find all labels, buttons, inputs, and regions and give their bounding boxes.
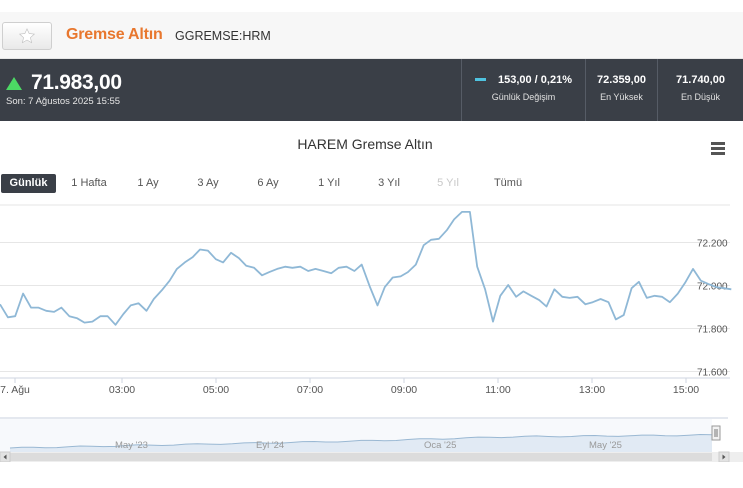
last-update-time: Son: 7 Ağustos 2025 15:55 <box>6 96 121 107</box>
navigator-label: Eyl '24 <box>256 440 284 451</box>
scroll-left-icon[interactable] <box>0 451 11 462</box>
high-label: En Yüksek <box>600 92 643 102</box>
x-tick-label: 05:00 <box>203 384 229 396</box>
high-value: 72.359,00 <box>597 74 646 86</box>
quote-bar: 71.983,00 Son: 7 Ağustos 2025 15:55 153,… <box>0 59 743 121</box>
low-value: 71.740,00 <box>676 74 725 86</box>
navigator-handle[interactable] <box>711 425 721 441</box>
y-tick-label: 72.000 <box>697 282 728 293</box>
range-button-1-month[interactable]: 1 Ay <box>128 174 168 193</box>
range-button-3-months[interactable]: 3 Ay <box>188 174 228 193</box>
up-arrow-icon <box>6 76 22 90</box>
daily-change-value: 153,00 / 0,21% <box>497 74 572 86</box>
chart-panel: 72.200 72.000 71.800 71.600 7. Ağu 03:00 05:00… <box>0 121 743 488</box>
instrument-header: Gremse Altın GGREMSE:HRM <box>0 12 743 59</box>
navigator-label: May '25 <box>589 440 622 451</box>
favorite-button[interactable] <box>2 22 52 50</box>
daily-change-label: Günlük Değişim <box>491 92 556 102</box>
instrument-title: Gremse Altın <box>66 26 163 43</box>
x-tick-label: 03:00 <box>109 384 135 396</box>
daily-change-stat: 153,00 / 0,21% Günlük Değişim <box>461 59 585 121</box>
range-button-5-years[interactable]: 5 Yıl <box>428 174 468 193</box>
range-button-6-months[interactable]: 6 Ay <box>248 174 288 193</box>
low-stat: 71.740,00 En Düşük <box>657 59 743 121</box>
x-tick-label: 09:00 <box>391 384 417 396</box>
instrument-symbol: GGREMSE:HRM <box>175 29 271 43</box>
x-tick-label: 07:00 <box>297 384 323 396</box>
star-icon <box>18 28 36 44</box>
minus-icon <box>474 77 486 81</box>
x-tick-label: 7. Ağu <box>0 384 30 396</box>
price-block: 71.983,00 <box>6 71 122 95</box>
range-button-1-week[interactable]: 1 Hafta <box>63 174 115 193</box>
range-button-all[interactable]: Tümü <box>486 174 530 193</box>
chart-navigator[interactable]: May '23 Eyl '24 Oca '25 May '25 <box>0 417 743 462</box>
current-price: 71.983,00 <box>31 71 122 94</box>
scrollbar-thumb[interactable] <box>10 453 712 461</box>
range-button-3-years[interactable]: 3 Yıl <box>369 174 409 193</box>
y-tick-label: 71.800 <box>697 325 728 336</box>
navigator-label: May '23 <box>115 440 148 451</box>
hamburger-menu-icon[interactable] <box>711 142 727 155</box>
range-button-daily[interactable]: Günlük <box>1 174 56 193</box>
x-tick-label: 11:00 <box>485 384 511 396</box>
y-tick-label: 72.200 <box>697 239 728 250</box>
range-button-1-year[interactable]: 1 Yıl <box>309 174 349 193</box>
y-tick-label: 71.600 <box>697 368 728 379</box>
navigator-label: Oca '25 <box>424 440 456 451</box>
x-tick-label: 13:00 <box>579 384 605 396</box>
price-series-line <box>0 211 732 326</box>
chart-title: HAREM Gremse Altın <box>297 136 433 152</box>
scroll-right-icon[interactable] <box>718 451 730 462</box>
x-tick-label: 15:00 <box>673 384 699 396</box>
high-stat: 72.359,00 En Yüksek <box>585 59 657 121</box>
low-label: En Düşük <box>680 92 721 102</box>
